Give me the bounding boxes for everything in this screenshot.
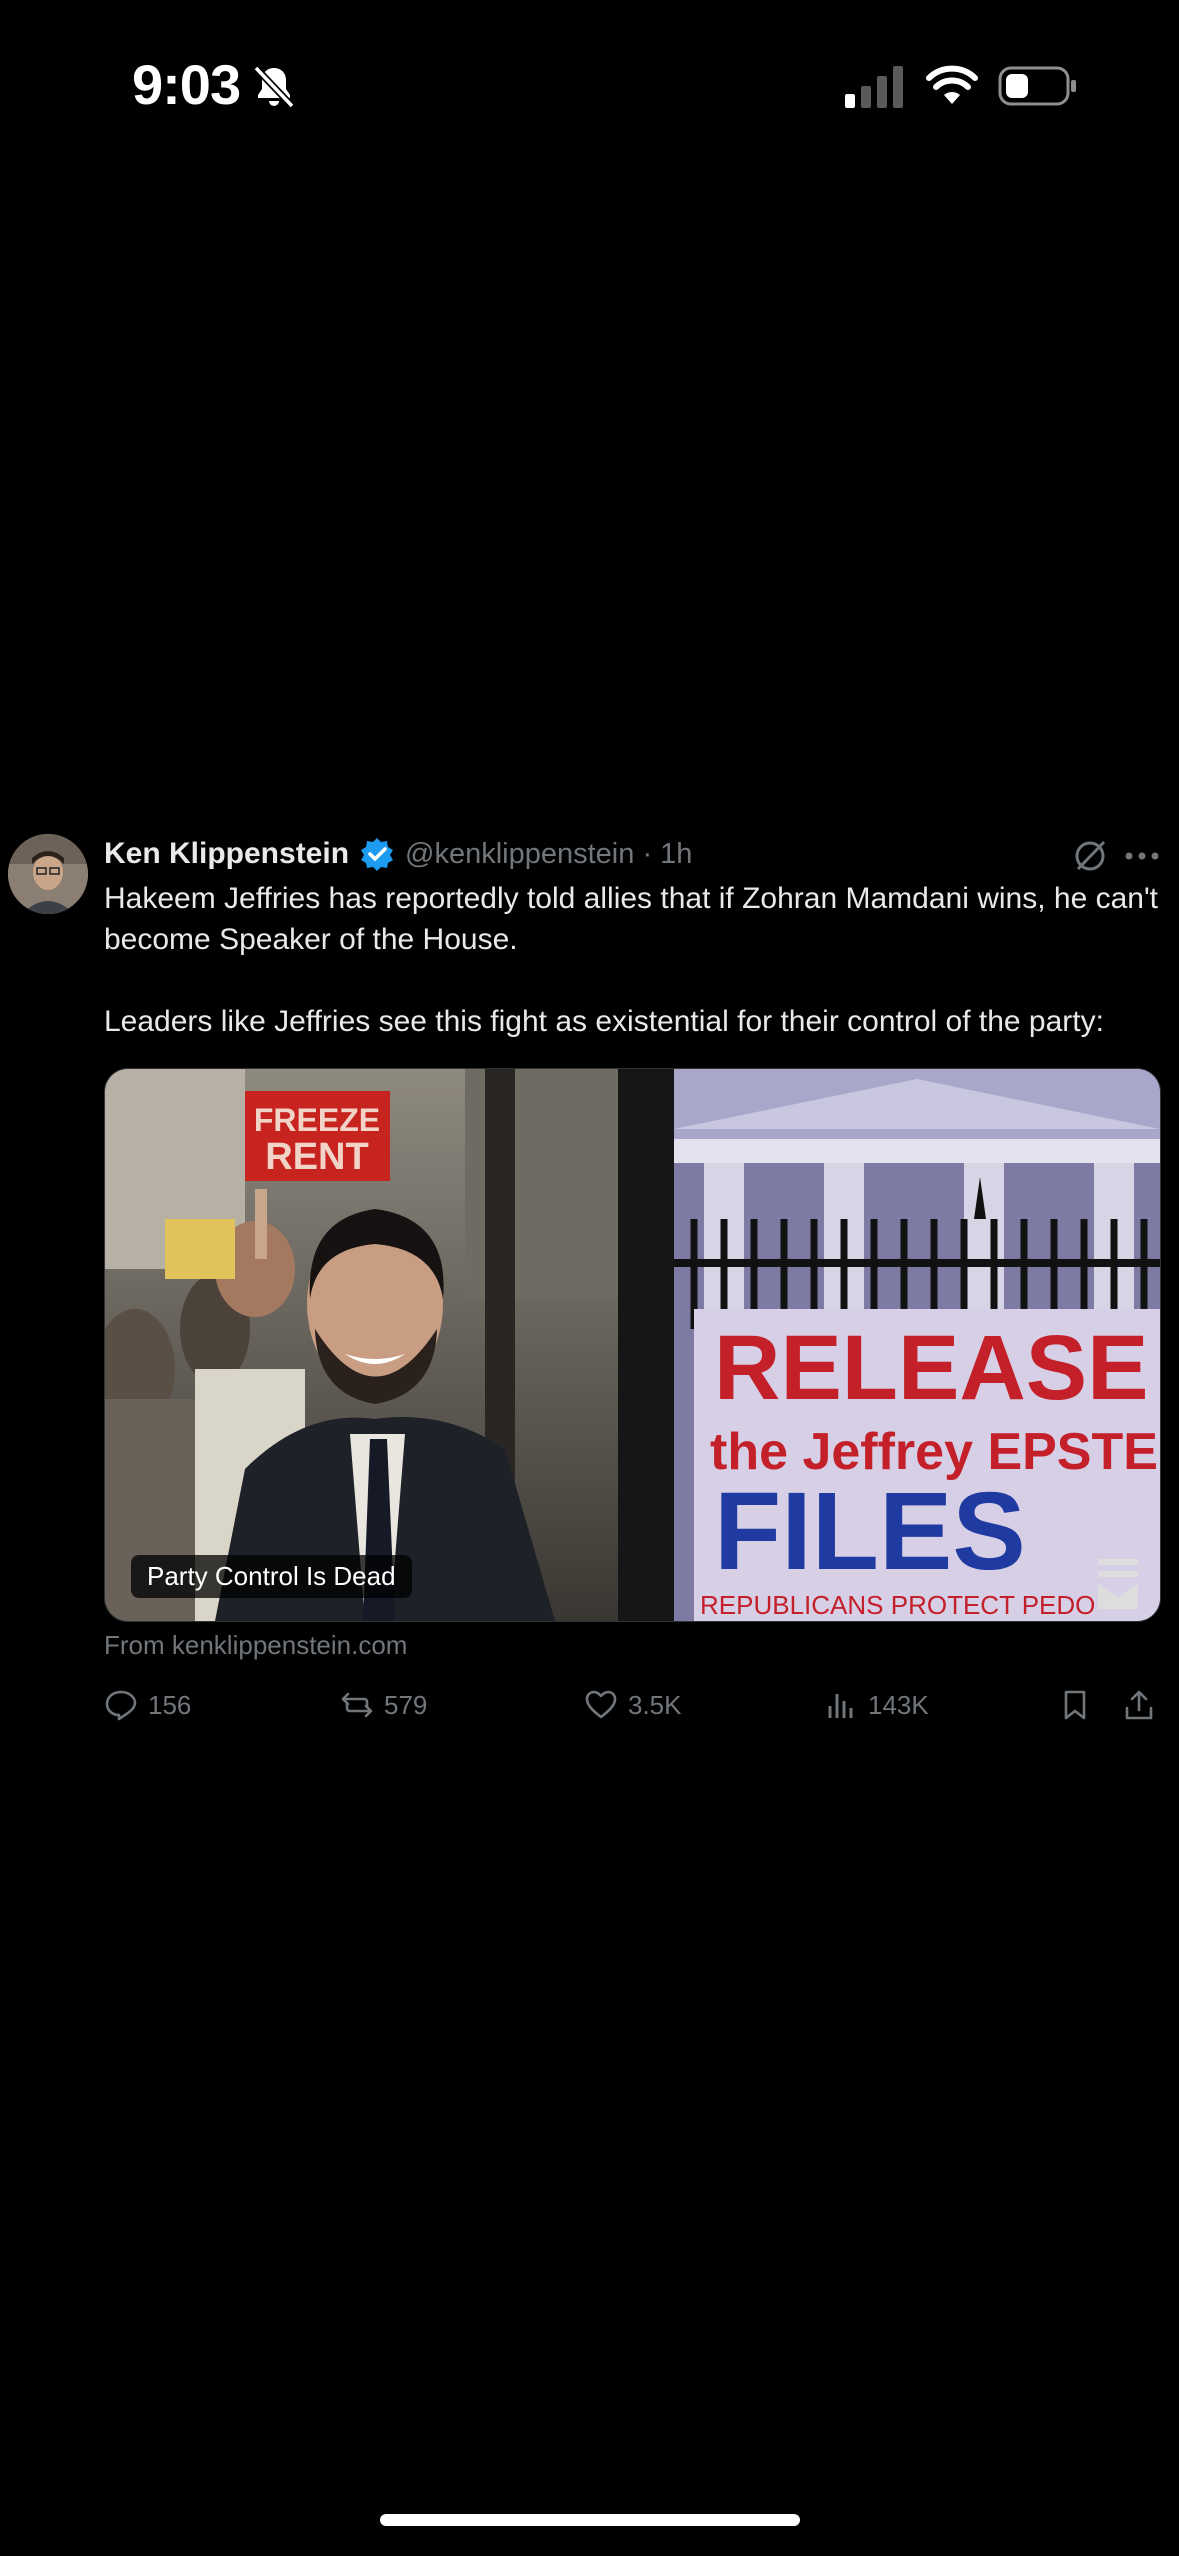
home-indicator[interactable]: [380, 2514, 800, 2526]
banner-files-text: FILES: [714, 1470, 1026, 1593]
tweet-text: Hakeem Jeffries has reportedly told alli…: [104, 878, 1164, 1042]
views-chart-icon: [828, 1694, 853, 1718]
author-handle-time[interactable]: @kenklippenstein · 1h: [405, 838, 692, 871]
sign-freeze-text: FREEZE: [254, 1102, 380, 1138]
banner-protect-text: REPUBLICANS PROTECT PEDO: [700, 1590, 1095, 1620]
author-name[interactable]: Ken Klippenstein: [104, 837, 349, 871]
banner-release-text: RELEASE: [714, 1317, 1149, 1419]
wifi-icon: [926, 65, 978, 104]
heart-icon: [585, 1690, 617, 1719]
views-count: 143K: [868, 1689, 929, 1720]
share-icon: [1125, 1690, 1153, 1720]
repost-icon: [341, 1692, 373, 1718]
card-source[interactable]: From kenklippenstein.com: [104, 1630, 407, 1661]
like-count: 3.5K: [628, 1689, 682, 1720]
avatar[interactable]: [8, 834, 88, 914]
share-button[interactable]: [1122, 1688, 1156, 1722]
card-image-right: RELEASE the Jeffrey EPSTEIN FILES REPUBL…: [674, 1069, 1160, 1621]
link-card[interactable]: FREEZE RENT Party Control Is Dead RELEAS…: [104, 1068, 1161, 1622]
repost-button[interactable]: 579: [340, 1688, 427, 1722]
tweet-actions: 156 579 3.5K 143K: [104, 1688, 1164, 1728]
verified-badge-icon[interactable]: [359, 836, 395, 872]
card-title: Party Control Is Dead: [131, 1555, 412, 1598]
sign-rent-text: RENT: [265, 1136, 368, 1178]
tweet-text-line: Hakeem Jeffries has reportedly told alli…: [104, 882, 1159, 956]
bookmark-icon: [1064, 1690, 1086, 1720]
card-image-left: FREEZE RENT Party Control Is Dead: [105, 1069, 618, 1621]
bookmark-button[interactable]: [1058, 1688, 1092, 1722]
grok-icon[interactable]: [1070, 836, 1110, 876]
card-divider: [618, 1069, 674, 1621]
battery-icon: [998, 66, 1076, 106]
status-time: 9:03: [132, 53, 241, 116]
reply-button[interactable]: 156: [104, 1688, 191, 1722]
reply-count: 156: [148, 1689, 192, 1720]
tweet-text-line: Leaders like Jeffries see this fight as …: [104, 1005, 1104, 1038]
more-options-icon[interactable]: [1124, 846, 1160, 866]
bell-slash-icon: [253, 65, 295, 109]
tweet-header: Ken Klippenstein @kenklippenstein · 1h: [104, 832, 692, 876]
repost-count: 579: [384, 1689, 428, 1720]
views-button[interactable]: 143K: [824, 1688, 929, 1722]
reply-icon: [105, 1690, 137, 1721]
like-button[interactable]: 3.5K: [584, 1688, 682, 1722]
cellular-signal-icon: [845, 66, 903, 108]
